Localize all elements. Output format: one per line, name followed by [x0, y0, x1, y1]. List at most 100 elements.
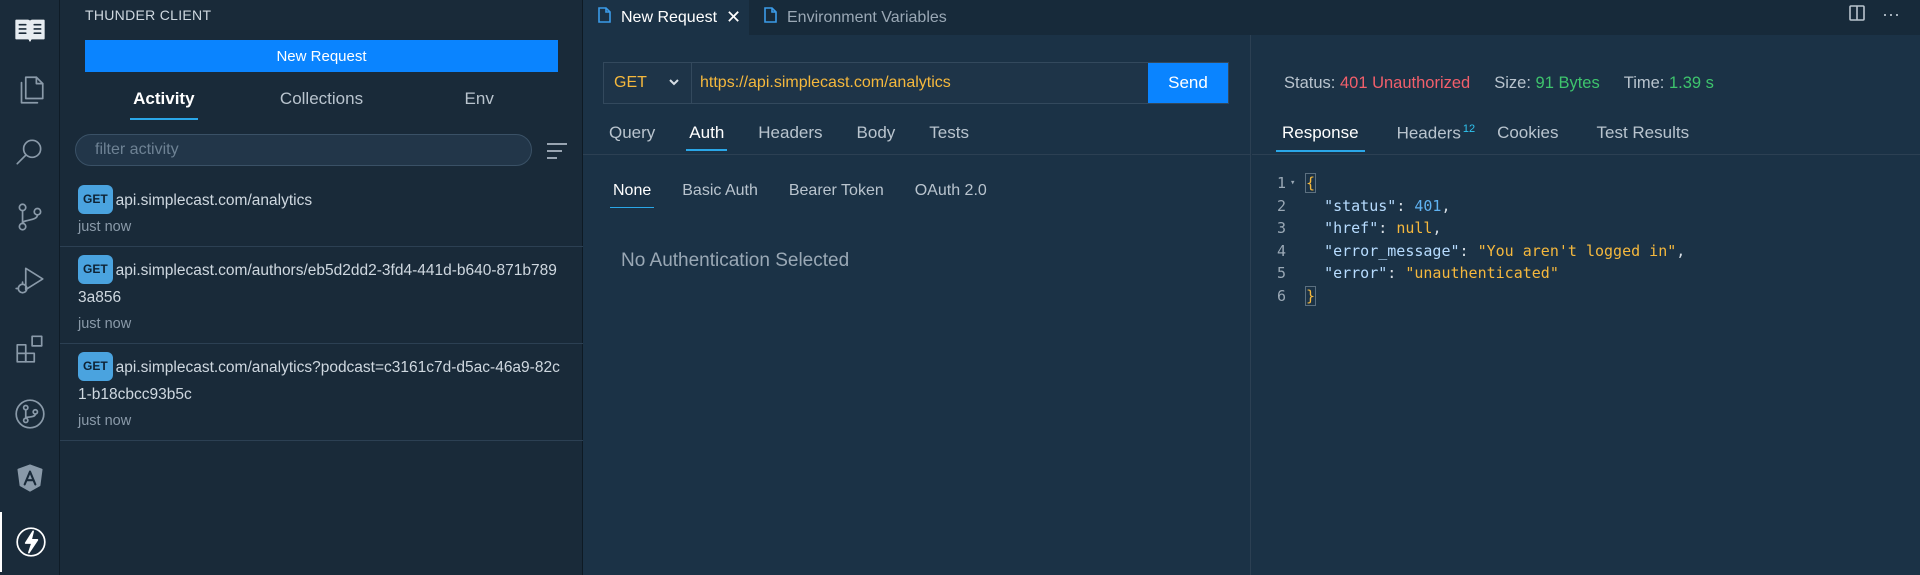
activity-time: just now [78, 316, 132, 332]
json-key: "error" [1324, 264, 1388, 283]
response-pane: Status: 401 Unauthorized Size: 91 Bytes … [1252, 35, 1920, 575]
request-pane: GET Send Query Auth Headers Body Tests N… [583, 35, 1251, 575]
thunder-client-icon[interactable] [0, 512, 60, 572]
close-icon[interactable]: ✕ [726, 7, 741, 28]
time-value: 1.39 s [1668, 74, 1714, 92]
activity-item[interactable]: GET api.simplecast.com/analytics?podcast=… [60, 344, 583, 441]
tab-label: New Request [621, 8, 718, 26]
tab-env[interactable]: Env [400, 86, 558, 120]
tab-test-results[interactable]: Test Results [1597, 123, 1690, 152]
json-key: "error_message" [1324, 241, 1460, 260]
new-request-button[interactable]: New Request [85, 40, 558, 72]
method-select[interactable]: GET [604, 63, 692, 103]
tab-label: Headers [1396, 123, 1461, 143]
headers-count-badge: 12 [1462, 123, 1476, 135]
tab-label: Environment Variables [787, 8, 947, 26]
code-line: 4 "error_message": "You aren't logged in… [1252, 240, 1920, 263]
auth-tab-oauth2[interactable]: OAuth 2.0 [915, 182, 987, 208]
source-control-icon[interactable] [0, 187, 60, 247]
url-input[interactable] [692, 63, 1148, 103]
chevron-down-icon [667, 75, 681, 94]
activity-time: just now [78, 219, 132, 235]
fold-chevron-icon[interactable]: ▾ [1290, 178, 1300, 188]
line-number: 6 [1276, 286, 1286, 305]
json-value: 401 [1414, 196, 1442, 215]
angular-icon[interactable] [0, 448, 60, 508]
code-line: 3 "href": null, [1252, 217, 1920, 240]
git-graph-icon[interactable] [0, 384, 60, 444]
search-icon[interactable] [0, 122, 60, 182]
response-tabs: Response Headers 12 Cookies Test Results [1276, 123, 1727, 152]
tab-response-headers[interactable]: Headers 12 [1397, 123, 1476, 152]
size-label: Size: [1494, 74, 1531, 92]
auth-message: No Authentication Selected [621, 250, 850, 271]
tab-cookies[interactable]: Cookies [1497, 123, 1558, 152]
tab-new-request[interactable]: New Request ✕ [583, 0, 749, 35]
divider [1252, 154, 1920, 155]
editor-area: New Request ✕ Environment Variables ··· … [583, 0, 1920, 575]
tab-collections[interactable]: Collections [243, 86, 401, 120]
json-value: "unauthenticated" [1405, 264, 1559, 283]
status-label: Status: [1284, 74, 1336, 92]
explorer-icon[interactable] [0, 60, 60, 120]
more-actions-icon[interactable]: ··· [1882, 4, 1900, 27]
activity-item[interactable]: GET api.simplecast.com/authors/eb5d2dd2-3… [60, 247, 583, 344]
auth-tabs: None Basic Auth Bearer Token OAuth 2.0 [609, 182, 1018, 208]
auth-tab-none[interactable]: None [609, 182, 655, 208]
line-number: 4 [1276, 241, 1286, 260]
tab-response[interactable]: Response [1276, 123, 1365, 152]
activity-list: GET api.simplecast.com/analytics just now… [60, 177, 583, 441]
code-line: 1 ▾ { [1252, 172, 1920, 195]
activity-bar [0, 0, 60, 575]
activity-url: api.simplecast.com/analytics?podcast=c31… [78, 359, 560, 403]
sidebar-title: THUNDER CLIENT [85, 7, 212, 23]
method-badge: GET [78, 255, 113, 284]
send-button[interactable]: Send [1148, 63, 1228, 103]
extensions-icon[interactable] [0, 318, 60, 378]
line-number: 1 [1276, 174, 1286, 193]
thunder-client-sidebar: THUNDER CLIENT New Request Activity Coll… [60, 0, 583, 575]
editor-tab-bar: New Request ✕ Environment Variables ··· [583, 0, 1920, 35]
activity-time: just now [78, 413, 132, 429]
request-tabs: Query Auth Headers Body Tests [609, 123, 1003, 151]
book-icon[interactable] [0, 0, 60, 60]
line-number: 2 [1276, 196, 1286, 215]
activity-url: api.simplecast.com/authors/eb5d2dd2-3fd4… [78, 262, 557, 306]
code-line: 5 "error": "unauthenticated" [1252, 262, 1920, 285]
code-line: 2 "status": 401, [1252, 195, 1920, 218]
json-value: null [1396, 219, 1433, 238]
method-value: GET [614, 74, 647, 91]
response-status-line: Status: 401 Unauthorized Size: 91 Bytes … [1284, 74, 1714, 93]
time-label: Time: [1623, 74, 1665, 92]
line-number: 5 [1276, 264, 1286, 283]
json-key: "href" [1324, 219, 1379, 238]
sidebar-tabs: Activity Collections Env [85, 86, 558, 120]
run-debug-icon[interactable] [0, 250, 60, 310]
size-value: 91 Bytes [1535, 74, 1600, 92]
status-value: 401 Unauthorized [1339, 74, 1471, 92]
tab-body[interactable]: Body [857, 123, 896, 151]
tab-auth[interactable]: Auth [686, 123, 728, 151]
tab-tests[interactable]: Tests [929, 123, 969, 151]
method-badge: GET [78, 185, 113, 214]
json-key: "status" [1324, 196, 1397, 215]
divider [583, 154, 1251, 155]
file-icon [597, 7, 621, 28]
filter-activity-input[interactable] [76, 135, 531, 165]
url-bar: GET Send [603, 62, 1229, 104]
auth-tab-bearer[interactable]: Bearer Token [789, 182, 884, 208]
split-editor-icon[interactable] [1848, 4, 1866, 27]
auth-tab-basic[interactable]: Basic Auth [682, 182, 758, 208]
tab-query[interactable]: Query [609, 123, 655, 151]
tab-environment-variables[interactable]: Environment Variables [749, 0, 959, 35]
tab-headers[interactable]: Headers [758, 123, 822, 151]
tab-activity[interactable]: Activity [85, 86, 243, 120]
line-number: 3 [1276, 219, 1286, 238]
activity-url: api.simplecast.com/analytics [115, 192, 313, 209]
code-line: 6 } [1252, 285, 1920, 308]
json-open-brace: { [1304, 173, 1317, 194]
response-body-editor[interactable]: 1 ▾ { 2 "status": 401, 3 "href": null, 4 … [1252, 172, 1920, 307]
editor-actions: ··· [1848, 4, 1900, 27]
activity-item[interactable]: GET api.simplecast.com/analytics just now [60, 177, 583, 247]
filter-menu-icon[interactable] [545, 141, 569, 161]
